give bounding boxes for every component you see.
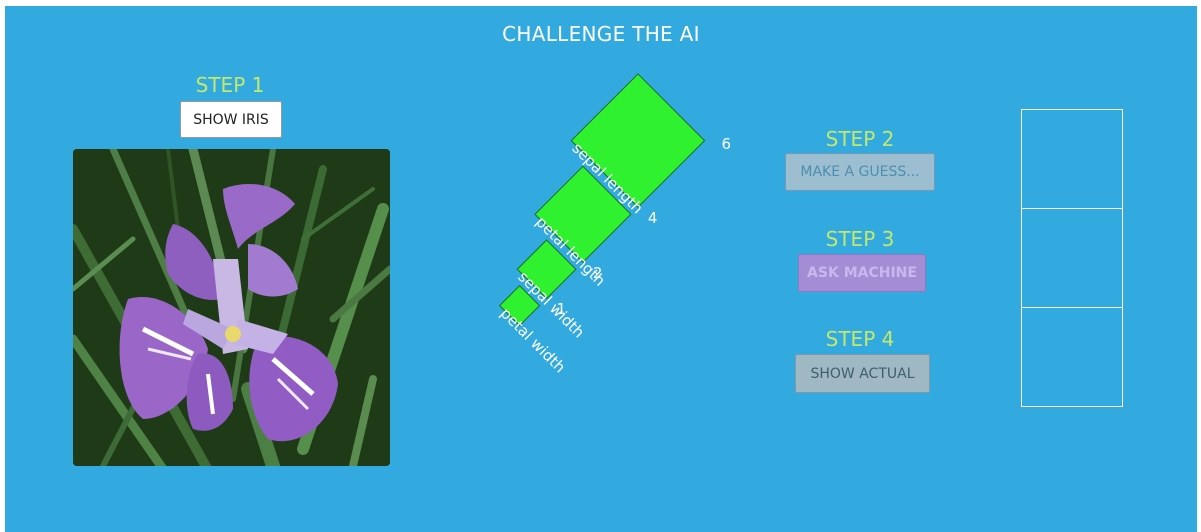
step-2-label: STEP 2 bbox=[825, 127, 895, 151]
answer-slots bbox=[1021, 109, 1123, 407]
show-actual-button[interactable]: SHOW ACTUAL bbox=[795, 354, 930, 393]
answer-slot bbox=[1022, 110, 1122, 209]
make-a-guess-button[interactable]: MAKE A GUESS... bbox=[785, 153, 935, 191]
show-iris-button[interactable]: SHOW IRIS bbox=[180, 101, 282, 138]
answer-slot bbox=[1022, 308, 1122, 407]
iris-photo bbox=[73, 149, 390, 466]
answer-slot bbox=[1022, 209, 1122, 308]
challenge-panel: CHALLENGE THE AI STEP 1 SHOW IRIS petal … bbox=[5, 6, 1197, 532]
ask-machine-button[interactable]: ASK MACHINE bbox=[798, 254, 926, 292]
feature-bars-chart: petal width1sepal width 2petal length 4sep… bbox=[497, 73, 732, 376]
iris-flower-illustration bbox=[73, 149, 390, 466]
page-title: CHALLENGE THE AI bbox=[502, 22, 700, 46]
step-4-label: STEP 4 bbox=[825, 327, 895, 351]
step-1-label: STEP 1 bbox=[195, 73, 265, 97]
feature-value: 6 bbox=[722, 135, 732, 153]
feature-value: 4 bbox=[648, 209, 658, 227]
step-3-label: STEP 3 bbox=[825, 227, 895, 251]
